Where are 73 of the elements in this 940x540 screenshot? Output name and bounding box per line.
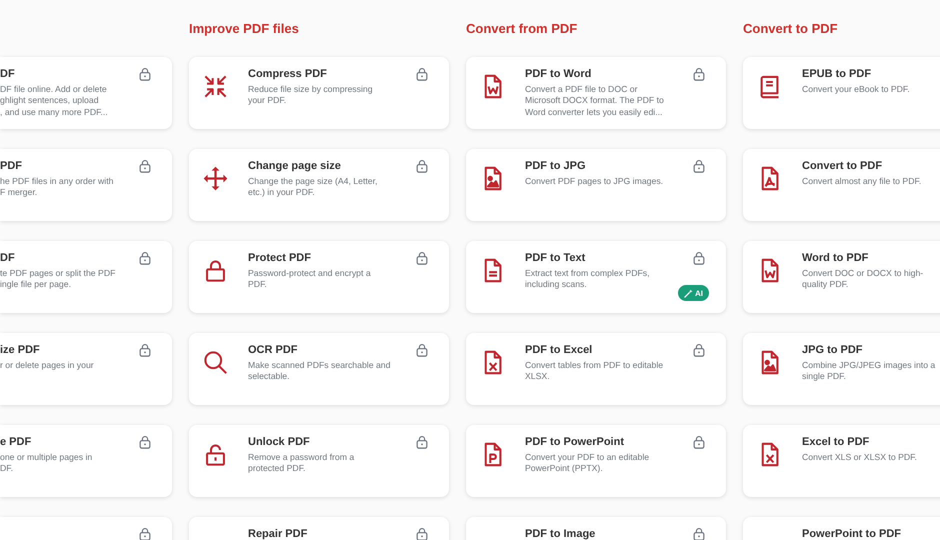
tool-card[interactable]: Protect PDF Password-protect and encrypt a PDF. [189,241,449,313]
tool-card[interactable]: PDF to PowerPoint Convert your PDF to an editable PowerPoint (PPTX). [466,425,726,497]
tool-description: Change the page size (A4, Letter, etc.) in your PDF. [248,176,378,199]
section-heading: Convert from PDF [466,21,578,37]
tool-title: Protect PDF [248,251,311,265]
tool-title: OCR PDF [248,343,298,357]
tool-description: Convert a PDF file to DOC or Microsoft DOCX format. The PDF to Word converter lets you easily edi... [525,84,664,118]
tool-card[interactable]: Compress PDF Reduce file size by compressing your PDF. [189,57,449,129]
tool-card[interactable]: e PDF one or multiple pages in DF. [0,425,172,497]
tool-card[interactable]: PDF to JPG Convert PDF pages to JPG images. [466,149,726,221]
tool-card[interactable]: Excel to PDF Convert XLS or XLSX to PDF. [743,425,940,497]
tool-card[interactable]: DF te PDF pages or split the PDF ingle file per page. [0,241,172,313]
tool-description: Extract text from complex PDFs, including scans. [525,268,650,291]
tool-card[interactable]: PowerPoint to PDF [743,517,940,540]
tool-description: te PDF pages or split the PDF ingle file per page. [0,268,116,291]
tool-description: Convert your eBook to PDF. [802,84,910,96]
section-heading: Improve PDF files [189,21,299,37]
tool-card[interactable]: Word to PDF Convert DOC or DOCX to high- quality PDF. [743,241,940,313]
tool-card[interactable]: Convert to PDF Convert almost any file to PDF. [743,149,940,221]
tool-title: PDF to Excel [525,343,592,357]
tool-title: PDF to JPG [525,159,586,173]
tool-description: r or delete pages in your [0,360,94,372]
tool-description: Reduce file size by compressing your PDF. [248,84,373,107]
tool-description: Remove a password from a protected PDF. [248,452,354,475]
tool-description: he PDF files in any order with F merger. [0,176,114,199]
tool-title: ize PDF [0,343,40,357]
tool-title: JPG to PDF [802,343,863,357]
tool-description: Convert PDF pages to JPG images. [525,176,664,188]
tool-card[interactable]: Change page size Change the page size (A4, Letter, etc.) in your PDF. [189,149,449,221]
tool-card[interactable]: PDF to Image [466,517,726,540]
tool-title: PDF to PowerPoint [525,435,624,449]
tool-card[interactable]: PDF he PDF files in any order with F merger. [0,149,172,221]
badge-label: AI [695,288,703,298]
tool-title: PDF to Word [525,67,592,81]
tool-description: Convert your PDF to an editable PowerPoint (PPTX). [525,452,650,475]
tool-title: e PDF [0,435,32,449]
tool-description: DF file online. Add or delete ghlight sentences, upload , and use many more PDF... [0,84,108,118]
tool-title: Change page size [248,159,341,173]
tool-title: DF [0,251,15,265]
tool-title: Repair PDF [248,527,308,540]
tool-title: EPUB to PDF [802,67,872,81]
tool-title: DF [0,67,15,81]
tool-card[interactable]: PDF to Excel Convert tables from PDF to editable XLSX. [466,333,726,405]
tool-description: Combine JPG/JPEG images into a single PDF. [802,360,936,383]
tool-card[interactable]: DF DF file online. Add or delete ghlight sentences, upload , and use many more PDF... [0,57,172,129]
tool-card[interactable]: ize PDF r or delete pages in your [0,333,172,405]
tool-description: Make scanned PDFs searchable and selectable. [248,360,390,383]
tool-description: Convert DOC or DOCX to high- quality PDF. [802,268,924,291]
tool-title: Excel to PDF [802,435,870,449]
section-heading: Convert to PDF [743,21,838,37]
tool-description: Password-protect and encrypt a PDF. [248,268,371,291]
tool-description: Convert XLS or XLSX to PDF. [802,452,917,464]
tool-description: Convert tables from PDF to editable XLSX. [525,360,664,383]
tool-title: Unlock PDF [248,435,310,449]
search-icon [202,349,228,376]
tool-card[interactable]: JPG to PDF Combine JPG/JPEG images into a single PDF. [743,333,940,405]
move-arrows-icon [202,165,228,192]
magic-wand-icon [684,288,693,298]
tool-card[interactable]: PDF to Word Convert a PDF file to DOC or Microsoft DOCX format. The PDF to Word converter lets you easily edi... [466,57,726,129]
tool-title: PowerPoint to PDF [802,527,901,540]
tool-description: one or multiple pages in DF. [0,452,92,475]
tool-title: Compress PDF [248,67,327,81]
tool-title: PDF to Text [525,251,586,265]
tool-title: Convert to PDF [802,159,882,173]
tool-card[interactable]: Repair PDF [189,517,449,540]
tool-card[interactable]: PDF to Text Extract text from complex PDFs, including scans. AI [466,241,726,313]
tool-card[interactable]: EPUB to PDF Convert your eBook to PDF. [743,57,940,129]
tool-title: PDF to Image [525,527,596,540]
tool-card[interactable]: Unlock PDF Remove a password from a protected PDF. [189,425,449,497]
tool-description: Convert almost any file to PDF. [802,176,922,188]
tool-title: Word to PDF [802,251,868,265]
tool-title: PDF [0,159,22,173]
tool-card[interactable]: OCR PDF Make scanned PDFs searchable and selectable. [189,333,449,405]
